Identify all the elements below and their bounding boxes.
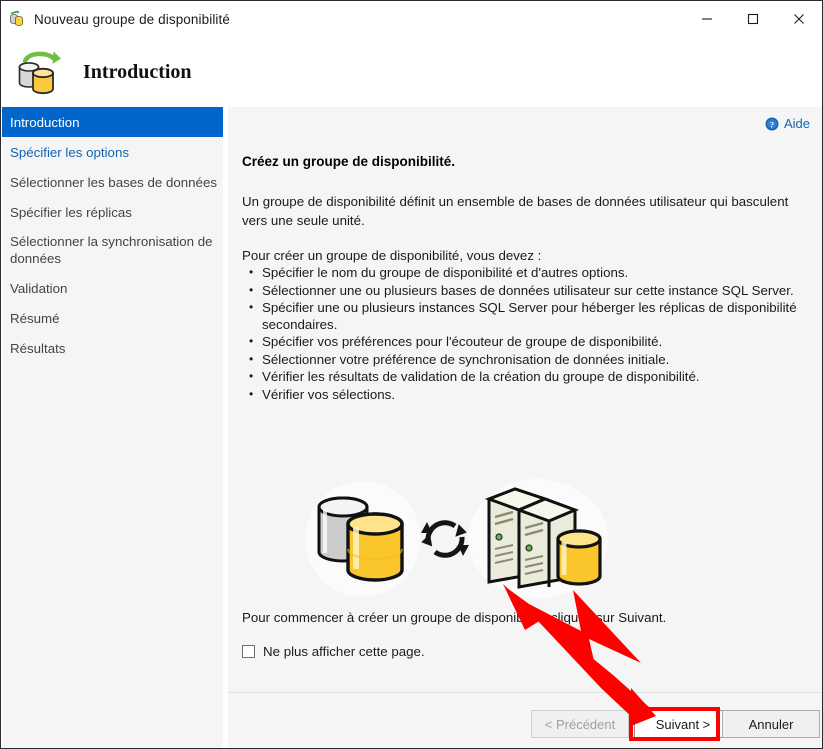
help-link[interactable]: ? Aide (765, 116, 810, 131)
minimize-icon[interactable] (684, 1, 730, 37)
previous-button: < Précédent (531, 710, 629, 738)
database-replication-illustration (303, 477, 613, 602)
list-item: Spécifier le nom du groupe de disponibil… (242, 265, 822, 282)
sidebar-item-resume[interactable]: Résumé (2, 303, 223, 333)
next-button[interactable]: Suivant > (634, 710, 732, 738)
help-label: Aide (784, 116, 810, 131)
sidebar-item-specifier-replicas[interactable]: Spécifier les réplicas (2, 197, 223, 227)
sidebar-item-label: Sélectionner les bases de données (10, 174, 217, 191)
window-controls (684, 1, 822, 37)
sidebar-item-label: Introduction (10, 114, 79, 131)
page-title: Introduction (83, 61, 192, 84)
sidebar-item-label: Résumé (10, 310, 60, 327)
sidebar-item-resultats[interactable]: Résultats (2, 333, 223, 363)
checkbox-box[interactable] (242, 645, 255, 658)
steps-intro: Pour créer un groupe de disponibilité, v… (242, 248, 541, 263)
list-item: Vérifier vos sélections. (242, 387, 822, 404)
list-item: Sélectionner votre préférence de synchro… (242, 352, 822, 369)
help-circle-icon: ? (765, 117, 779, 131)
list-item: Sélectionner une ou plusieurs bases de d… (242, 283, 822, 300)
sidebar-item-synchronisation[interactable]: Sélectionner la synchronisation de donné… (2, 227, 223, 273)
bottom-note: Pour commencer à créer un groupe de disp… (242, 610, 666, 625)
dont-show-again-checkbox[interactable]: Ne plus afficher cette page. (242, 644, 425, 659)
svg-text:?: ? (770, 119, 774, 129)
availability-group-large-icon (13, 47, 67, 97)
footer-bar: < Précédent Suivant > Annuler (228, 693, 822, 748)
availability-group-icon (8, 10, 26, 28)
cancel-button[interactable]: Annuler (722, 710, 820, 738)
list-item: Vérifier les résultats de validation de … (242, 369, 822, 386)
sidebar-item-label: Résultats (10, 340, 65, 357)
sidebar-item-label: Sélectionner la synchronisation de donné… (10, 233, 219, 267)
checkbox-label: Ne plus afficher cette page. (263, 644, 425, 659)
close-icon[interactable] (776, 1, 822, 37)
sidebar-item-label: Validation (10, 280, 67, 297)
sidebar-item-label: Spécifier les options (10, 144, 129, 161)
window-title: Nouveau groupe de disponibilité (34, 12, 230, 27)
list-item: Spécifier une ou plusieurs instances SQL… (242, 300, 822, 333)
sidebar-item-label: Spécifier les réplicas (10, 204, 132, 221)
sidebar-item-validation[interactable]: Validation (2, 273, 223, 303)
steps-list: Spécifier le nom du groupe de disponibil… (242, 265, 822, 404)
maximize-icon[interactable] (730, 1, 776, 37)
sidebar-item-introduction[interactable]: Introduction (2, 107, 223, 137)
sidebar-item-selectionner-bases[interactable]: Sélectionner les bases de données (2, 167, 223, 197)
list-item: Spécifier vos préférences pour l'écouteu… (242, 334, 822, 351)
content-heading: Créez un groupe de disponibilité. (242, 154, 455, 169)
wizard-sidebar: Introduction Spécifier les options Sélec… (2, 107, 223, 748)
content-panel: ? Aide Créez un groupe de disponibilité.… (228, 107, 822, 692)
page-header: Introduction (1, 37, 822, 107)
title-bar: Nouveau groupe de disponibilité (1, 1, 822, 37)
sidebar-item-specifier-options[interactable]: Spécifier les options (2, 137, 223, 167)
wizard-window: Nouveau groupe de disponibilité (0, 0, 823, 749)
content-paragraph: Un groupe de disponibilité définit un en… (242, 192, 798, 230)
